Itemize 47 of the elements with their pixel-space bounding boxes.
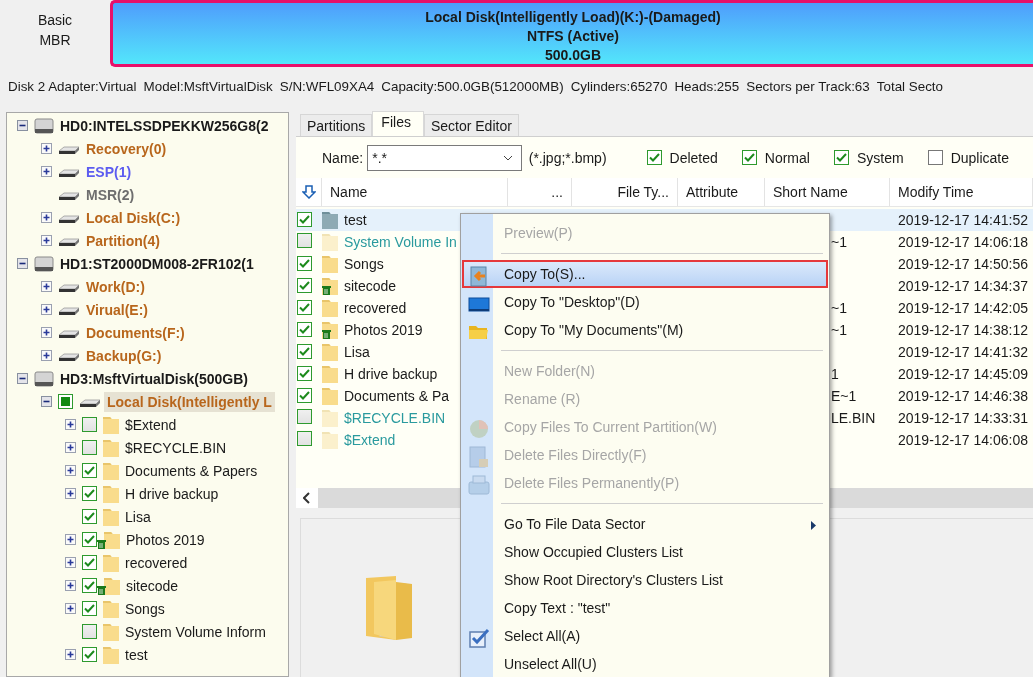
disk-info-text: Heads:255 — [674, 78, 740, 96]
disk-info-text: Cylinders:65270 — [570, 78, 668, 96]
file-name: test — [344, 212, 367, 228]
file-name: Songs — [344, 256, 384, 272]
table-cell-text: LE.BIN — [830, 410, 877, 426]
table-cell-text: 2019-12-17 14:46:38 — [897, 388, 1029, 404]
filter-hint: (*.jpg;*.bmp) — [528, 149, 607, 166]
checkbox-label: Duplicate — [950, 149, 1009, 166]
table-cell-text: 2019-12-17 14:50:56 — [897, 256, 1029, 272]
file-name: System Volume In — [344, 234, 457, 250]
file-name: H drive backup — [344, 366, 438, 382]
table-cell-text: 2019-12-17 14:42:05 — [897, 300, 1029, 316]
checkbox-label: Deleted — [669, 149, 718, 166]
file-name: $RECYCLE.BIN — [344, 410, 446, 426]
table-cell-text: 1 — [830, 366, 840, 382]
table-cell-text: 2019-12-17 14:34:37 — [897, 278, 1029, 294]
partition-bar-label: Local Disk(Intelligently Load)(K:)-(Damaged) — [425, 8, 721, 27]
disk-info-text: Sectors per Track:63 — [746, 78, 870, 96]
checkbox-label: System — [856, 149, 904, 166]
checkbox-label: Normal — [764, 149, 810, 166]
file-name: Documents & Pa — [344, 388, 450, 404]
file-name: Lisa — [344, 344, 370, 360]
disk-info-text: Capacity:500.0GB(512000MB) — [381, 78, 564, 96]
table-cell-text: 2019-12-17 14:06:18 — [897, 234, 1029, 250]
table-cell-text: ~1 — [830, 234, 848, 250]
table-cell-text: 2019-12-17 14:38:12 — [897, 322, 1029, 338]
table-cell-text: 2019-12-17 14:06:08 — [897, 432, 1029, 448]
file-name: sitecode — [344, 278, 397, 294]
file-name: Photos 2019 — [344, 322, 423, 338]
disk-type-label: Basic — [37, 11, 73, 30]
disk-info-text: Model:MsftVirtualDisk — [143, 78, 273, 96]
table-cell-text: ~1 — [830, 300, 848, 316]
disk-info-text: Total Secto — [876, 78, 943, 96]
table-cell-text: ~1 — [830, 322, 848, 338]
table-cell-text: 2019-12-17 14:41:32 — [897, 344, 1029, 360]
partition-bar-label: 500.0GB — [544, 46, 601, 65]
table-cell-text: 2019-12-17 14:33:31 — [897, 410, 1029, 426]
table-cell-text: 2019-12-17 14:45:09 — [897, 366, 1029, 382]
file-name: recovered — [344, 300, 407, 316]
disk-info-text: Disk 2 Adapter:Virtual — [8, 78, 137, 96]
file-name: $Extend — [344, 432, 396, 448]
table-cell-text: 2019-12-17 14:41:52 — [897, 212, 1029, 228]
disk-type-label: MBR — [39, 31, 71, 50]
table-cell-text: E~1 — [830, 388, 858, 404]
partition-bar-label: NTFS (Active) — [527, 27, 619, 46]
disk-info-text: S/N:WFL09XA4 — [279, 78, 375, 96]
name-label: Name: — [322, 149, 364, 166]
